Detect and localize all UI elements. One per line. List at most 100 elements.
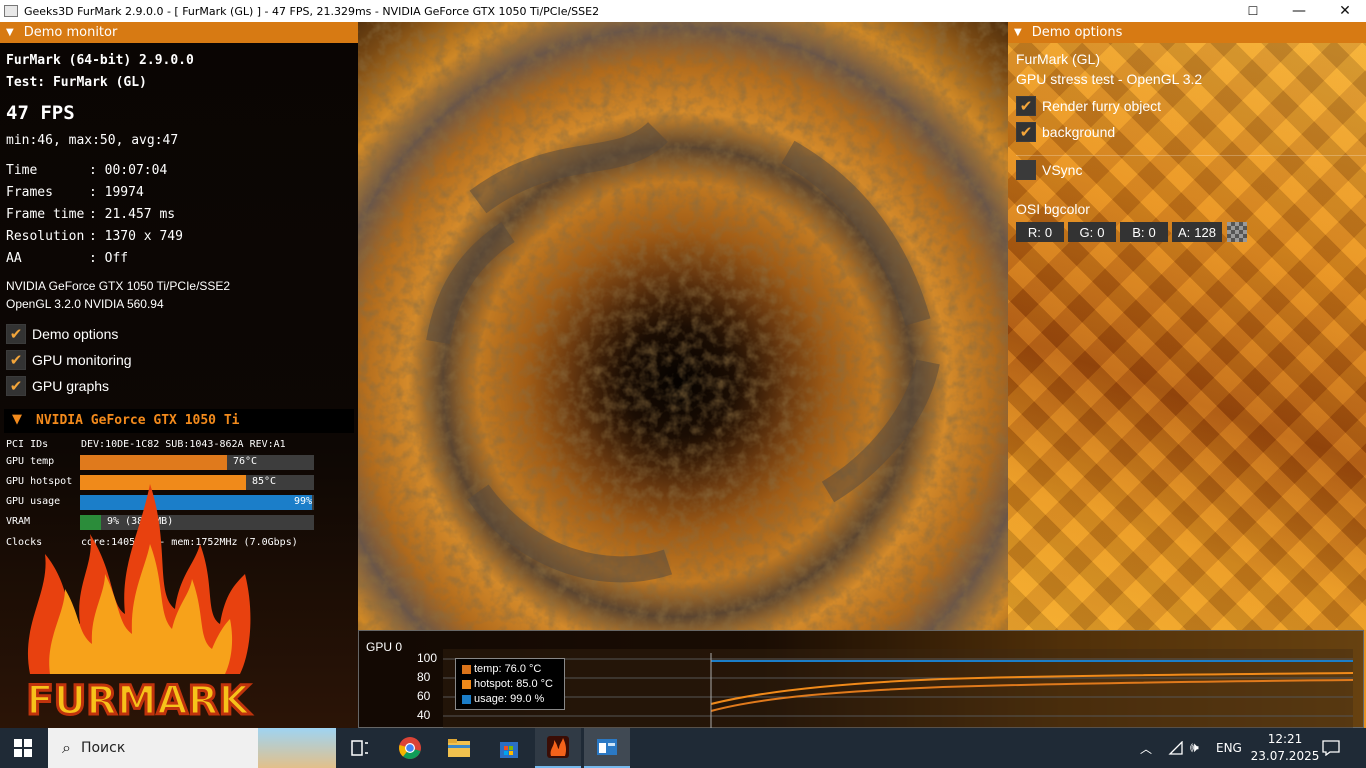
checkbox-label: GPU monitoring bbox=[32, 352, 132, 368]
bgcolor-channel-value: 0 bbox=[1044, 224, 1053, 240]
store-button[interactable] bbox=[486, 728, 532, 768]
furmark-icon bbox=[547, 736, 569, 758]
checkbox-label: Render furry object bbox=[1042, 98, 1162, 114]
flame-icon bbox=[27, 484, 251, 674]
close-button[interactable]: ✕ bbox=[1322, 0, 1366, 22]
store-icon bbox=[500, 742, 518, 758]
checkbox[interactable]: ✔ bbox=[6, 350, 26, 370]
graph-plot bbox=[443, 649, 1353, 728]
legend-swatch bbox=[462, 679, 471, 689]
graph-legend: temp: 76.0 °C hotspot: 85.0 °C usage: 99.0… bbox=[455, 658, 565, 710]
chrome-icon bbox=[399, 737, 421, 759]
y-tick-label: 40 bbox=[417, 708, 431, 722]
stat-label: Frames bbox=[6, 185, 53, 200]
language-indicator[interactable]: ENG bbox=[1216, 728, 1242, 768]
test-name: Test: FurMark (GL) bbox=[6, 75, 147, 90]
pci-value: DEV:10DE-1C82 SUB:1043-862A REV:A1 bbox=[81, 439, 286, 450]
demo-description: GPU stress test - OpenGL 3.2 bbox=[1016, 71, 1203, 87]
search-icon: ⌕ bbox=[62, 738, 71, 757]
bgcolor-field[interactable]: G: 0 bbox=[1068, 222, 1116, 242]
gpu-graph: GPU 0 100 80 60 40 temp: 76.0 °C hotspot: 85… bbox=[358, 630, 1364, 728]
pci-label: PCI IDs bbox=[6, 439, 49, 450]
legend-label: temp: 76.0 °C bbox=[474, 663, 542, 675]
bgcolor-channel-value: 128 bbox=[1194, 224, 1216, 240]
gpu-name: NVIDIA GeForce GTX 1050 Ti bbox=[36, 413, 240, 428]
checkbox[interactable]: ✔ bbox=[1016, 96, 1036, 116]
volume-icon[interactable]: 🕪 bbox=[1190, 728, 1199, 768]
legend-label: usage: 99.0 % bbox=[474, 693, 545, 705]
checkbox[interactable]: ✔ bbox=[1016, 122, 1036, 142]
bgcolor-channel-label: R: bbox=[1027, 224, 1041, 240]
checkbox[interactable]: ✔ bbox=[6, 376, 26, 396]
bgcolor-swatch[interactable] bbox=[1227, 222, 1247, 242]
checkbox-label: Demo options bbox=[32, 326, 119, 342]
checkbox-label: background bbox=[1042, 124, 1116, 140]
window-titlebar: Geeks3D FurMark 2.9.0.0 - [ FurMark (GL)… bbox=[0, 0, 1366, 22]
bgcolor-channel-label: B: bbox=[1132, 224, 1145, 240]
clock[interactable]: 12:21 23.07.2025 bbox=[1250, 728, 1320, 768]
legend-label: hotspot: 85.0 °C bbox=[474, 678, 554, 690]
gpu-bar: 76°C bbox=[80, 455, 314, 470]
demo-monitor-title: Demo monitor bbox=[23, 25, 118, 40]
stat-label: AA bbox=[6, 251, 22, 266]
check-icon: ✔ bbox=[1019, 97, 1033, 115]
demo-options-header[interactable]: ▼ Demo options bbox=[1008, 22, 1366, 43]
y-tick-label: 60 bbox=[417, 689, 431, 703]
windows-icon bbox=[14, 739, 32, 757]
checkbox[interactable] bbox=[1016, 160, 1036, 180]
active-app-button[interactable] bbox=[584, 728, 630, 768]
tray-chevron-up-icon[interactable]: ︿ bbox=[1140, 728, 1152, 768]
checkbox-label: GPU graphs bbox=[32, 378, 110, 394]
bgcolor-channel-label: A: bbox=[1178, 224, 1191, 240]
clock-date: 23.07.2025 bbox=[1250, 749, 1320, 763]
render-area: ▼ Demo monitor FurMark (64-bit) 2.9.0.0 … bbox=[0, 22, 1366, 728]
legend-swatch bbox=[462, 694, 471, 704]
demo-name: FurMark (GL) bbox=[1016, 51, 1100, 67]
demo-options-title: Demo options bbox=[1031, 25, 1123, 40]
renderer-string: NVIDIA GeForce GTX 1050 Ti/PCIe/SSE2 bbox=[6, 279, 231, 293]
start-button[interactable] bbox=[0, 728, 46, 768]
app-version: FurMark (64-bit) 2.9.0.0 bbox=[6, 53, 194, 68]
opengl-version: OpenGL 3.2.0 NVIDIA 560.94 bbox=[6, 297, 164, 311]
file-explorer-button[interactable] bbox=[436, 728, 482, 768]
taskbar-search[interactable]: ⌕ Поиск bbox=[48, 728, 336, 768]
bgcolor-field[interactable]: R: 0 bbox=[1016, 222, 1064, 242]
check-icon: ✔ bbox=[9, 351, 23, 369]
stat-label: Time bbox=[6, 163, 38, 178]
check-icon: ✔ bbox=[1019, 123, 1033, 141]
wifi-icon[interactable] bbox=[1168, 728, 1184, 768]
check-icon: ✔ bbox=[9, 325, 23, 343]
furry-donut-render bbox=[358, 22, 1008, 630]
furmark-logo: FURMARK bbox=[25, 484, 253, 724]
task-view-button[interactable] bbox=[337, 728, 383, 768]
search-placeholder: Поиск bbox=[80, 740, 126, 756]
collapse-triangle-icon: ▼ bbox=[6, 27, 14, 38]
app-icon bbox=[4, 5, 18, 17]
clock-time: 12:21 bbox=[1267, 732, 1303, 746]
checkbox[interactable]: ✔ bbox=[6, 324, 26, 344]
fps-value: 47 FPS bbox=[6, 102, 75, 124]
demo-monitor-header[interactable]: ▼ Demo monitor bbox=[0, 22, 358, 43]
fps-stats: min:46, max:50, avg:47 bbox=[6, 133, 179, 148]
gpu-header[interactable]: ▼ NVIDIA GeForce GTX 1050 Ti bbox=[4, 409, 354, 433]
gpu-bar-value: 99% bbox=[293, 496, 312, 507]
maximize-button[interactable]: ☐ bbox=[1230, 0, 1276, 22]
bgcolor-field[interactable]: B: 0 bbox=[1120, 222, 1168, 242]
logo-text: FURMARK bbox=[26, 678, 251, 724]
stat-value: : 00:07:04 bbox=[89, 163, 168, 178]
stat-value: : 1370 x 749 bbox=[89, 229, 183, 244]
bgcolor-field[interactable]: A: 128 bbox=[1172, 222, 1222, 242]
stat-value: : Off bbox=[89, 251, 129, 266]
bgcolor-channel-label: G: bbox=[1079, 224, 1094, 240]
window-title: Geeks3D FurMark 2.9.0.0 - [ FurMark (GL)… bbox=[24, 4, 600, 18]
gpu-row-label: GPU temp bbox=[6, 456, 55, 467]
folder-icon bbox=[448, 739, 470, 757]
chrome-button[interactable] bbox=[387, 728, 433, 768]
task-view-icon bbox=[351, 740, 368, 756]
y-tick-label: 80 bbox=[417, 670, 431, 684]
checkbox-label: VSync bbox=[1042, 162, 1083, 178]
notifications-button[interactable] bbox=[1322, 728, 1340, 768]
legend-item: temp: 76.0 °C bbox=[462, 663, 541, 675]
furmark-taskbar-button[interactable] bbox=[535, 728, 581, 768]
collapse-triangle-icon: ▼ bbox=[1014, 27, 1022, 38]
